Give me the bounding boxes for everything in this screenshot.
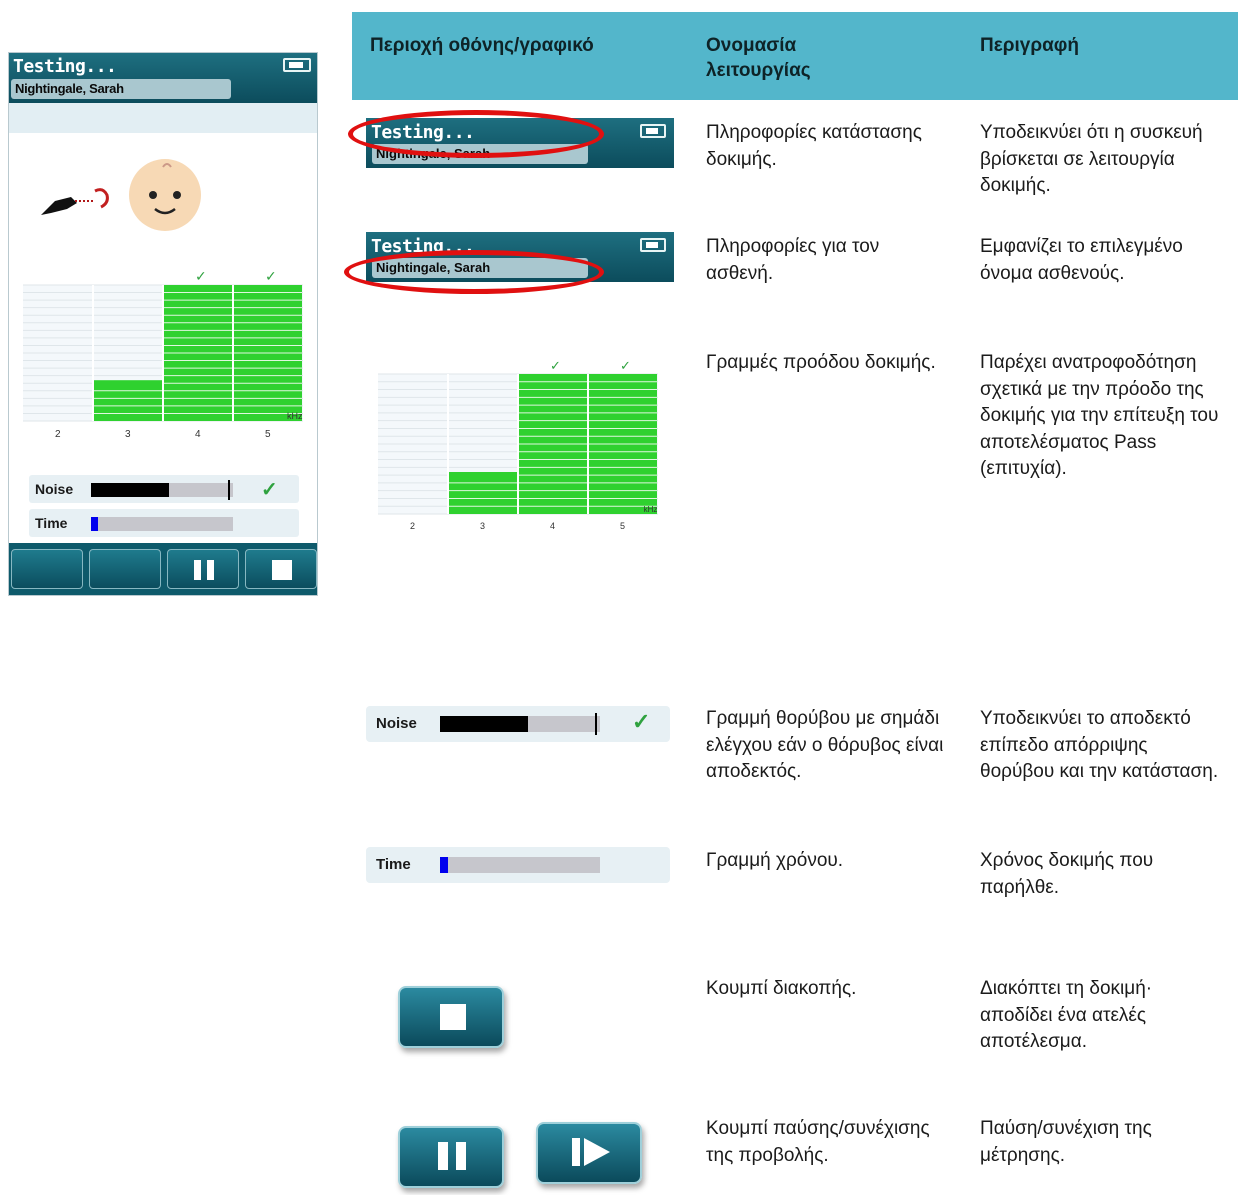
pause-icon bbox=[438, 1142, 466, 1170]
pass-check-icon: ✓ bbox=[550, 359, 561, 374]
noise-row: Noise ✓ bbox=[29, 475, 299, 503]
time-bar-graphic: Time bbox=[366, 847, 670, 883]
stop-icon bbox=[440, 1004, 466, 1030]
status-title: Testing... bbox=[13, 56, 117, 77]
softkey-2[interactable] bbox=[89, 549, 161, 589]
tick-label: 4 bbox=[195, 429, 201, 440]
row-2-desc: Εμφανίζει το επιλεγμένο όνομα ασθενούς. bbox=[980, 236, 1183, 284]
noise-bar bbox=[91, 480, 233, 500]
pass-check-icon: ✓ bbox=[265, 269, 277, 285]
softkey-1[interactable] bbox=[11, 549, 83, 589]
noise-label: Noise bbox=[376, 715, 417, 732]
bar-3 bbox=[449, 472, 517, 514]
device-header: Testing... Nightingale, Sarah bbox=[9, 53, 317, 103]
pause-icon bbox=[194, 560, 214, 580]
battery-icon bbox=[283, 58, 311, 72]
x-axis-label: kHz bbox=[644, 505, 658, 514]
battery-icon bbox=[640, 124, 666, 138]
tick-label: 2 bbox=[55, 429, 61, 440]
battery-icon bbox=[640, 238, 666, 252]
tick-label: 5 bbox=[265, 429, 271, 440]
time-label: Time bbox=[35, 515, 68, 531]
row-5-name: Γραμμή χρόνου. bbox=[706, 850, 844, 871]
pass-check-icon: ✓ bbox=[620, 359, 631, 374]
row-3-name: Γραμμές προόδου δοκιμής. bbox=[706, 352, 936, 373]
stop-button[interactable] bbox=[245, 549, 317, 589]
row-1-name: Πληροφορίες κατάστασης δοκιμής. bbox=[706, 122, 922, 170]
baby-face-icon bbox=[129, 159, 201, 231]
header-screen-area: Περιοχή οθόνης/γραφικό bbox=[370, 35, 594, 56]
row-4-desc: Υποδεικνύει το αποδεκτό επίπεδο απόρριψη… bbox=[980, 708, 1219, 783]
pause-button[interactable] bbox=[167, 549, 239, 589]
x-axis-label: kHz bbox=[287, 411, 303, 421]
tick-label: 4 bbox=[550, 521, 555, 531]
probe-icon bbox=[41, 188, 109, 215]
time-fill bbox=[91, 517, 99, 531]
status-strip bbox=[9, 103, 317, 133]
time-fill bbox=[440, 857, 448, 873]
highlight-ellipse bbox=[344, 250, 604, 294]
header-function-name: Ονομασία λειτουργίας bbox=[706, 35, 811, 81]
patient-name: Nightingale, Sarah bbox=[11, 79, 231, 99]
check-icon: ✓ bbox=[261, 479, 278, 501]
row-3-desc: Παρέχει ανατροφοδότηση σχετικά με την πρ… bbox=[980, 352, 1219, 480]
bar-3 bbox=[94, 380, 162, 421]
resume-button-graphic[interactable] bbox=[536, 1122, 642, 1184]
noise-bar-graphic: Noise ✓ bbox=[366, 706, 670, 742]
pause-button-graphic[interactable] bbox=[398, 1126, 504, 1188]
noise-fill bbox=[440, 716, 528, 732]
row-7-desc: Παύση/συνέχιση της μέτρησης. bbox=[980, 1118, 1152, 1166]
row-7-name: Κουμπί παύσης/συνέχισης της προβολής. bbox=[706, 1118, 930, 1166]
noise-label: Noise bbox=[35, 481, 74, 497]
time-row: Time bbox=[29, 509, 299, 537]
device-progress-chart: 2 3 ✓ 4 ✓ 5 kHz bbox=[23, 269, 303, 440]
row-6-name: Κουμπί διακοπής. bbox=[706, 978, 857, 999]
header-description: Περιγραφή bbox=[980, 35, 1079, 56]
resume-icon bbox=[572, 1138, 610, 1166]
time-bar bbox=[91, 517, 233, 531]
noise-limit-marker bbox=[594, 713, 597, 735]
row-5-desc: Χρόνος δοκιμής που παρήλθε. bbox=[980, 850, 1154, 898]
row-1-desc: Υποδεικνύει ότι η συσκευή βρίσκεται σε λ… bbox=[980, 122, 1203, 197]
row-6-desc: Διακόπτει τη δοκιμή· αποδίδει ένα ατελές… bbox=[980, 978, 1153, 1053]
noise-bar bbox=[440, 713, 600, 735]
row-2-name: Πληροφορίες για τον ασθενή. bbox=[706, 236, 880, 284]
tick-label: 2 bbox=[410, 521, 415, 531]
highlight-ellipse bbox=[348, 110, 604, 158]
tick-label: 3 bbox=[480, 521, 485, 531]
noise-fill bbox=[91, 483, 170, 497]
table-header: Περιοχή οθόνης/γραφικό Ονομασία λειτουργ… bbox=[352, 12, 1238, 100]
device-footer bbox=[9, 543, 317, 595]
progress-chart-graphic: 2 3 ✓ 4 ✓ 5 kHz bbox=[378, 359, 658, 531]
tick-label: 3 bbox=[125, 429, 131, 440]
time-label: Time bbox=[376, 856, 411, 873]
stop-icon bbox=[272, 560, 292, 580]
time-bar bbox=[440, 857, 600, 873]
check-icon: ✓ bbox=[632, 709, 651, 734]
tick-label: 5 bbox=[620, 521, 625, 531]
noise-limit-marker bbox=[228, 480, 231, 500]
device-screen: Testing... Nightingale, Sarah 2 3 ✓ 4 ✓ 5 kHz … bbox=[8, 52, 318, 596]
stop-button-graphic[interactable] bbox=[398, 986, 504, 1048]
probe-baby-icon bbox=[41, 159, 201, 231]
pass-check-icon: ✓ bbox=[195, 269, 207, 285]
row-4-name: Γραμμή θορύβου με σημάδι ελέγχου εάν ο θ… bbox=[706, 708, 944, 783]
